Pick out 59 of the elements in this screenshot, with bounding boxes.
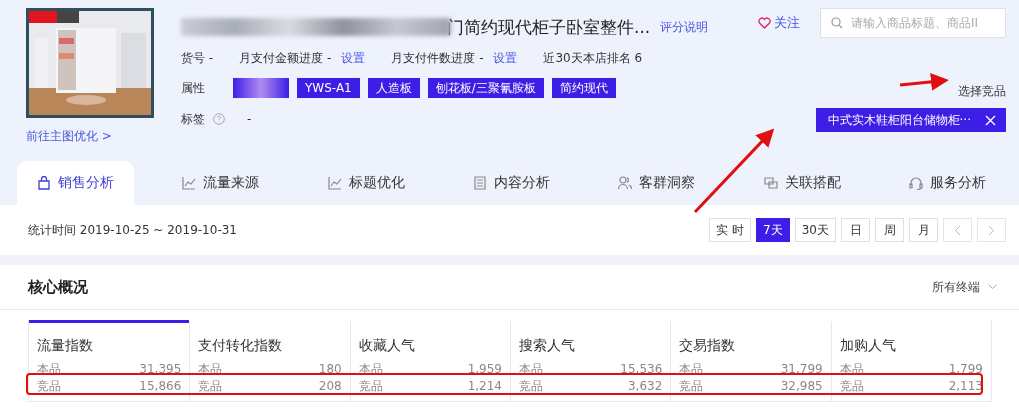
product-title: 门简约现代柜子卧室整件...: [447, 15, 651, 39]
metric-value: 1,214: [467, 378, 502, 395]
tag-label: 标签: [181, 110, 205, 128]
info-label: 月支付件数进度 -: [391, 49, 484, 67]
tab[interactable]: 关联搭配: [743, 161, 861, 205]
select-competitor-label: 选择竞品: [958, 83, 1006, 100]
date-range: 统计时间 2019-10-25 ~ 2019-10-31: [28, 221, 237, 239]
info-label: 月支付金额进度 -: [239, 49, 332, 67]
attribute-tag: 简约现代: [551, 78, 616, 98]
metric-name: 交易指数: [679, 337, 737, 355]
period-button[interactable]: 30天: [794, 218, 836, 242]
tab[interactable]: 客群洞察: [598, 161, 716, 205]
info-label: 货号 -: [181, 49, 214, 67]
row-label: 竞品: [839, 378, 864, 395]
row-label: 竞品: [358, 378, 383, 395]
period-button[interactable]: 实 时: [709, 218, 752, 242]
tab[interactable]: 流量来源: [162, 161, 280, 205]
search-field[interactable]: 请输入商品标题、商品II: [820, 8, 1006, 38]
metric-name: 加购人气: [839, 337, 897, 355]
metric-value: 180: [318, 361, 342, 378]
competitor-chip[interactable]: 中式实木鞋柜阳台储物柜···: [815, 108, 1006, 132]
tab[interactable]: 服务分析: [888, 161, 1006, 205]
info-label: 近30天本店排名 6: [543, 49, 643, 67]
period-button[interactable]: 月: [909, 218, 938, 242]
rating-link[interactable]: 评分说明: [660, 18, 709, 36]
tab[interactable]: 标题优化: [307, 161, 425, 205]
metric-name: 搜索人气: [519, 337, 576, 355]
row-label: 竞品: [198, 378, 223, 395]
period-button[interactable]: 7天: [756, 218, 790, 242]
row-label: 竞品: [519, 378, 543, 395]
metric-name: 支付转化指数: [198, 337, 284, 355]
attribute-tag: 刨花板/三聚氰胺板: [427, 78, 544, 98]
metric-value: 32,985: [780, 378, 823, 395]
attribute-tag: YWS-A1: [297, 78, 360, 98]
metric-value: 15,536: [620, 361, 663, 378]
period-button[interactable]: 周: [875, 218, 904, 242]
metric-name: 收藏人气: [358, 337, 416, 355]
metric-value: 1,959: [467, 361, 502, 378]
metric-name: 流量指数: [37, 337, 94, 355]
metric-value: 31,395: [139, 361, 182, 378]
main-image-link[interactable]: 前往主图优化 >: [26, 128, 154, 145]
set-link[interactable]: 设置: [493, 49, 518, 67]
terminal-dropdown[interactable]: 所有终端: [932, 278, 997, 296]
row-label: 竞品: [37, 378, 61, 395]
metric-value: 1,799: [948, 361, 983, 378]
metric-value: 15,866: [139, 378, 182, 395]
row-label: 竞品: [679, 378, 704, 395]
attribute-tag: 人造板: [367, 78, 420, 98]
tag-value: -: [247, 112, 252, 126]
metric-value: 3,632: [627, 378, 663, 395]
metric-value: 31,799: [780, 361, 823, 378]
follow-button[interactable]: 关注: [758, 14, 800, 32]
section-title: 核心概况: [28, 277, 88, 297]
metric-value: 208: [318, 378, 342, 395]
set-link[interactable]: 设置: [341, 49, 366, 67]
period-button[interactable]: 日: [841, 218, 870, 242]
attribute-label: 属性: [181, 79, 206, 97]
tab[interactable]: 销售分析: [17, 161, 134, 205]
tab[interactable]: 内容分析: [453, 161, 570, 205]
